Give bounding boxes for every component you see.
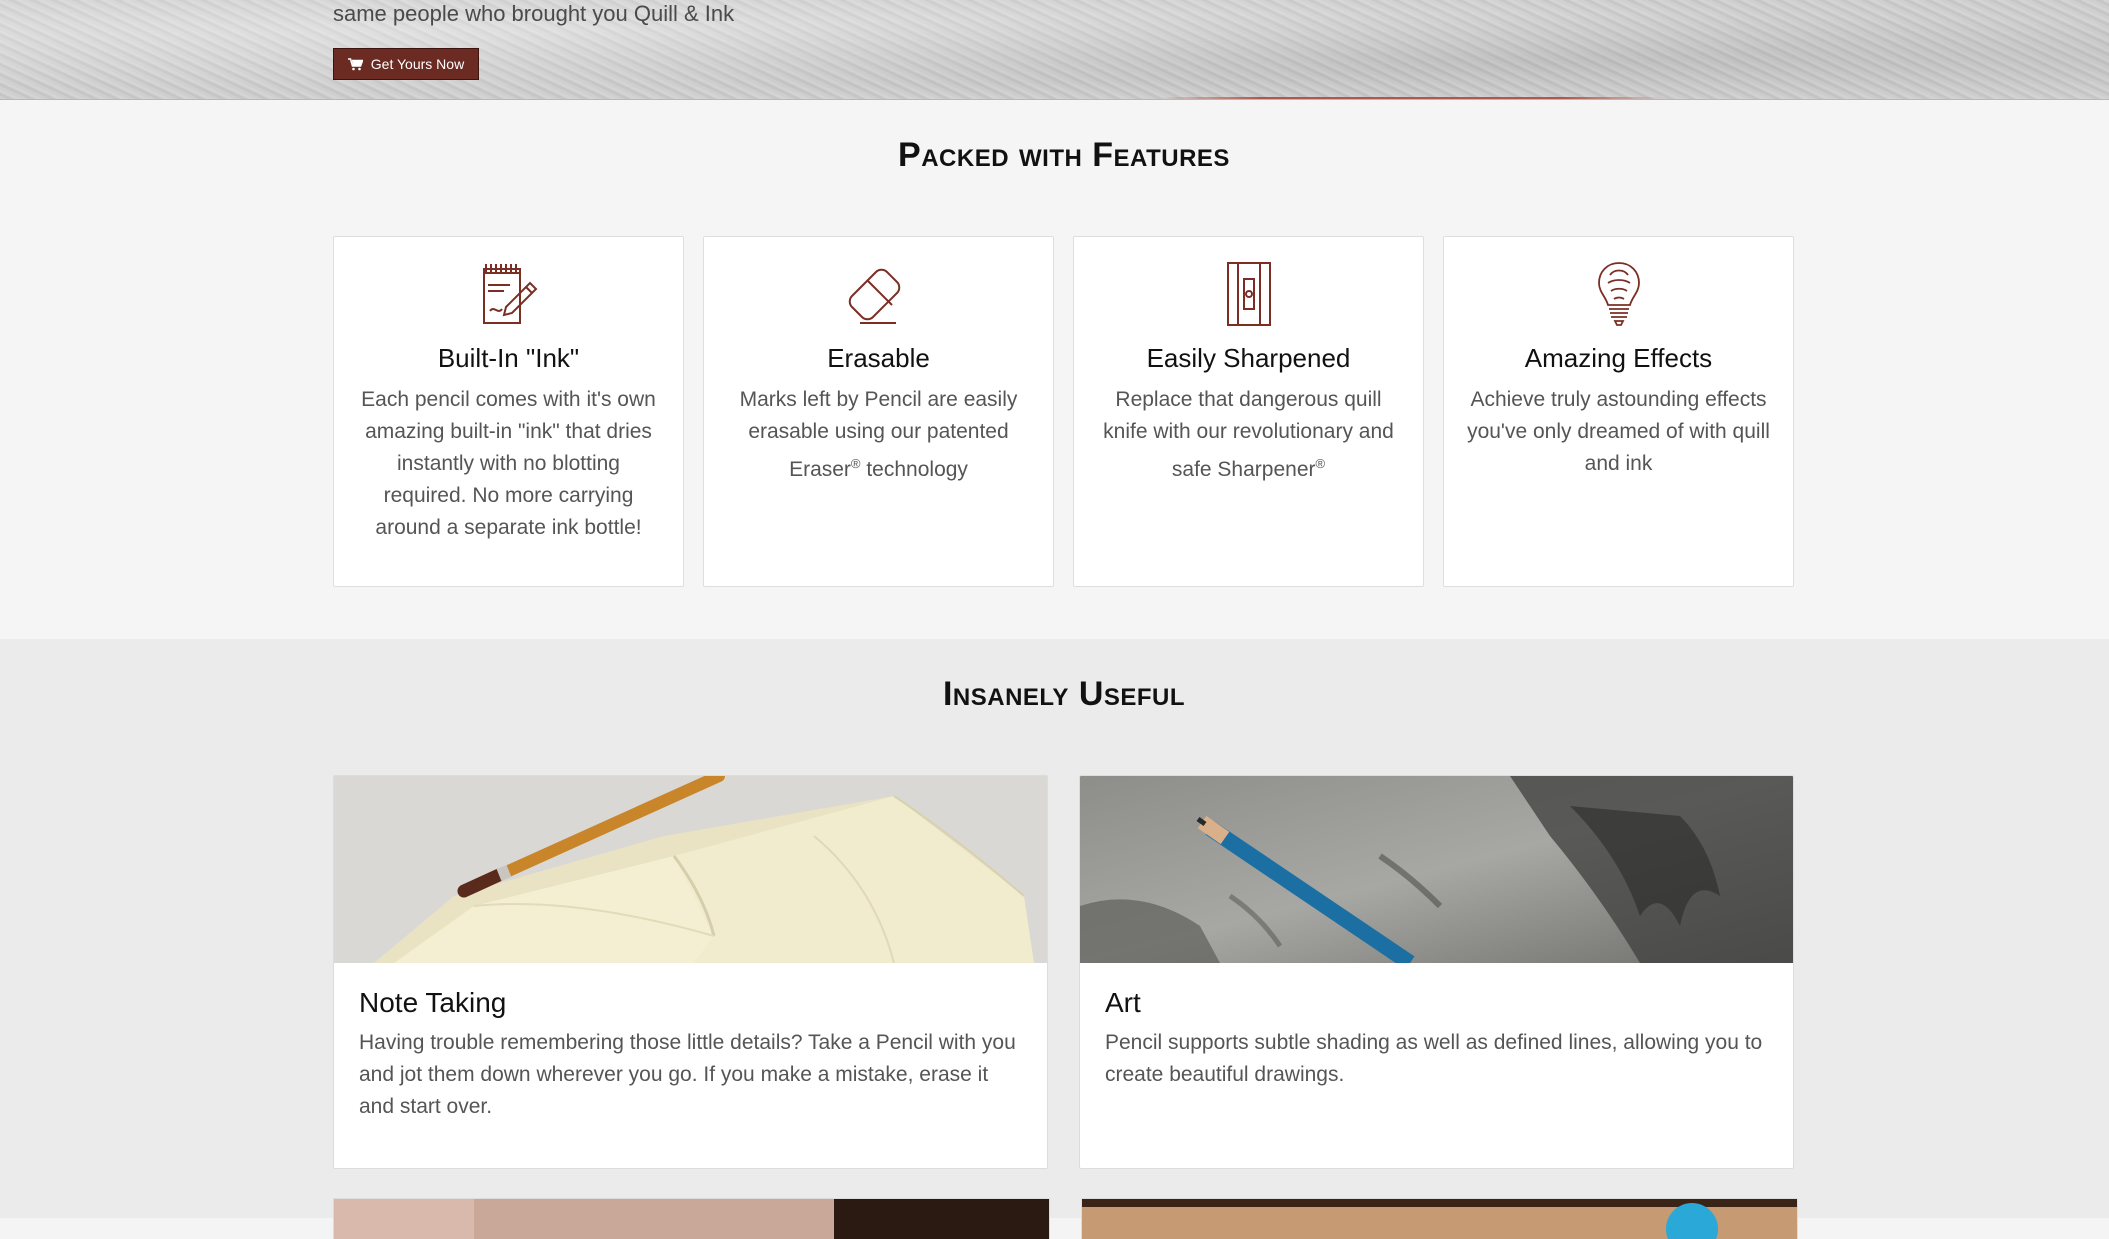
pencil-drawing-photo [1080, 776, 1793, 963]
feature-card-easily-sharpened: Easily Sharpened Replace that dangerous … [1073, 236, 1424, 587]
use-card-partial [333, 1198, 1050, 1239]
hero-accent-line [1160, 97, 1665, 99]
registered-mark: ® [1315, 456, 1326, 471]
use-card-description: Having trouble remembering those little … [359, 1031, 1016, 1118]
hero-subtitle: same people who brought you Quill & Ink [333, 1, 735, 26]
lightbulb-icon [1466, 261, 1771, 327]
use-card-description: Pencil supports subtle shading as well a… [1105, 1031, 1763, 1086]
use-card-title: Note Taking [359, 987, 507, 1018]
registered-mark: ® [850, 456, 861, 471]
notepad-pencil-icon [356, 261, 661, 327]
notebook-with-pencil-photo [334, 776, 1047, 963]
feature-description: Each pencil comes with it's own amazing … [361, 388, 656, 539]
shopping-cart-icon [347, 57, 363, 71]
useful-section: Insanely Useful Note Taking Having troub… [0, 639, 2109, 1239]
feature-title: Easily Sharpened [1146, 343, 1351, 373]
feature-title: Erasable [827, 343, 930, 373]
useful-heading: Insanely Useful [942, 675, 1186, 713]
feature-card-built-in-ink: Built-In "Ink" Each pencil comes with it… [333, 236, 684, 587]
feature-title: Built-In "Ink" [437, 343, 580, 373]
feature-title: Amazing Effects [1524, 343, 1713, 373]
get-yours-now-button[interactable]: Get Yours Now [333, 48, 479, 80]
feature-list: Built-In "Ink" Each pencil comes with it… [333, 236, 1794, 587]
features-heading: Packed with Features [898, 136, 1230, 174]
features-section: Packed with Features Built-In "Ink" Each [0, 100, 2109, 639]
feature-card-erasable: Erasable Marks left by Pencil are easily… [703, 236, 1054, 587]
hero-section: same people who brought you Quill & Ink … [0, 0, 2109, 100]
feature-card-amazing-effects: Amazing Effects Achieve truly astounding… [1443, 236, 1794, 587]
feature-description: Replace that dangerous quill knife with … [1103, 388, 1394, 481]
use-card-art: Art Pencil supports subtle shading as we… [1079, 775, 1794, 1169]
use-case-list: Note Taking Having trouble remembering t… [333, 775, 1794, 1169]
use-card-note-taking: Note Taking Having trouble remembering t… [333, 775, 1048, 1169]
feature-description: Marks left by Pencil are easily erasable… [739, 388, 1018, 481]
use-card-title: Art [1105, 987, 1141, 1018]
feature-description: Achieve truly astounding effects you've … [1467, 388, 1770, 475]
use-card-partial [1081, 1198, 1798, 1239]
sharpener-icon [1096, 261, 1401, 327]
use-case-list-next-row [333, 1198, 1798, 1239]
eraser-icon [726, 261, 1031, 327]
get-yours-now-label: Get Yours Now [370, 56, 465, 72]
